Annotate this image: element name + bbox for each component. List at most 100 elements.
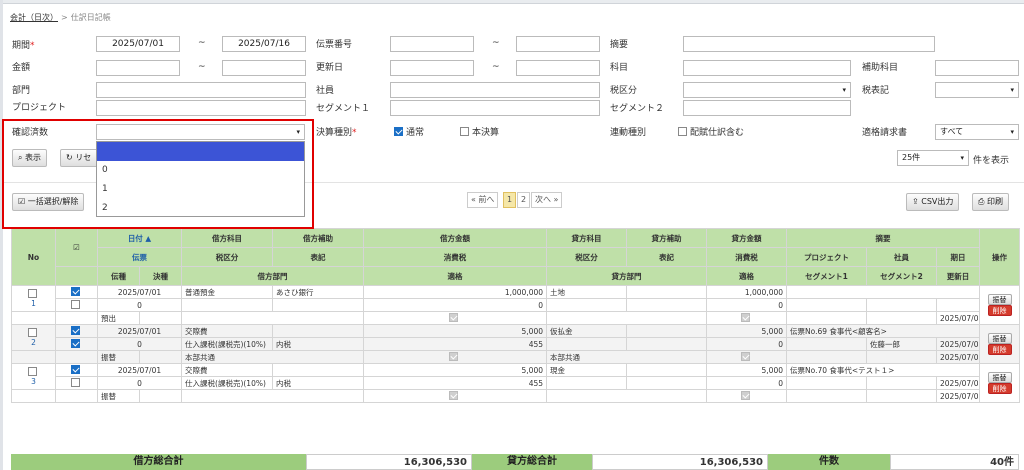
row-checkbox[interactable] [27,367,37,376]
checkbox-checked-icon[interactable] [70,326,80,335]
checkbox-icon[interactable] [460,127,469,136]
account-input[interactable] [683,60,851,76]
row-debit-qualified [363,350,548,364]
print-button[interactable]: ⎙ 印刷 [972,193,1009,211]
pager-page-2[interactable]: 2 [517,192,531,208]
col-due: 期日 [936,247,981,267]
row-blank [55,350,98,364]
row-debit-qualified [363,311,548,325]
slip-no-from-input[interactable] [390,36,474,52]
credit-total-label: 貸方総合計 [472,454,592,470]
row-op-cell: 振替 削除 [979,285,1021,325]
dept-label: 部門 [12,86,31,96]
project-label: プロジェクト [12,103,67,113]
dept-input[interactable] [96,82,306,98]
tax-cat-select[interactable]: ▾ [683,82,851,98]
replace-button[interactable]: 振替 [987,294,1012,305]
row-checkbox[interactable] [27,328,37,337]
employee-input[interactable] [390,82,600,98]
row-debit-sub [272,363,365,377]
slip-no-to-input[interactable] [516,36,600,52]
updated-to-input[interactable] [516,60,600,76]
row-employee: 佐藤一郎 [866,337,938,351]
export-icon: ⇪ [912,197,919,206]
checkbox-icon[interactable] [70,300,80,309]
breadcrumb-separator: > [61,13,68,22]
period-from-input[interactable]: 2025/07/01 [96,36,180,52]
row-closing [138,389,183,403]
row-debit-account: 普通預金 [181,285,274,299]
table-row: 0 仕入課税(課税売)(10%) 内税 455 0 佐藤一郎 2025/07/0… [12,337,1020,351]
sub-account-input[interactable] [935,60,1019,76]
col-credit-account: 貸方科目 [546,228,628,248]
pager-prev[interactable]: « 前へ [467,192,499,208]
row-credit-tax-cat [546,298,628,312]
per-page-select[interactable]: 25件 ▾ [897,150,969,166]
row-op-cell: 振替 削除 [979,324,1021,364]
period-to-input[interactable]: 2025/07/16 [222,36,306,52]
chevron-down-icon: ▾ [1010,128,1014,136]
col-credit-tax-cat: 税区分 [546,247,628,267]
col-no: No [11,228,56,286]
delete-button[interactable]: 削除 [987,383,1012,394]
checkbox-checked-icon[interactable] [70,339,80,348]
amount-from-input[interactable] [96,60,180,76]
row-credit-dept: 本部共通 [546,350,708,364]
csv-button[interactable]: ⇪ CSV出力 [906,193,960,211]
project-input[interactable] [96,100,306,116]
account-label: 科目 [610,63,629,73]
row-credit-sub [626,324,708,338]
segment1-input[interactable] [390,100,600,116]
breadcrumb-parent-link[interactable]: 会計（日次） [10,13,58,22]
breadcrumb-current: 仕訳日記帳 [70,13,111,22]
summary-input[interactable] [683,36,935,52]
row-credit-account: 土地 [546,285,628,299]
row-debit-amount: 5,000 [363,324,548,338]
col-date[interactable]: 日付 ▲ [96,228,183,248]
col-debit-tax: 消費税 [363,247,548,267]
pager-page-1[interactable]: 1 [503,192,517,208]
checkbox-disabled-icon [449,391,459,400]
checkbox-checked-icon[interactable] [394,127,403,136]
row-due: 2025/07/01 [936,376,981,390]
row-credit-tax: 0 [706,298,788,312]
row-credit-account: 仮払金 [546,324,628,338]
checkbox-checked-icon[interactable] [70,287,80,296]
tax-notation-select[interactable]: ▾ [935,82,1019,98]
period-label: 期間* [12,41,35,51]
amount-to-input[interactable] [222,60,306,76]
row-credit-dept [546,389,708,403]
row-date: 2025/07/01 [96,285,183,299]
col-credit-tax: 消費税 [706,247,788,267]
col-check-icon[interactable]: ☑ [55,228,98,267]
row-no-link[interactable]: 1 [31,299,36,308]
closing-normal-option[interactable]: 通常 [394,125,424,138]
closing-final-option[interactable]: 本決算 [460,125,499,138]
totals-bar: 借方総合計 16,306,530 貸方総合計 16,306,530 件数 40件 [11,454,1019,470]
delete-button[interactable]: 削除 [987,344,1012,355]
row-checkbox[interactable] [27,289,37,298]
row-employee [866,298,938,312]
updated-from-input[interactable] [390,60,474,76]
qualified-invoice-select[interactable]: すべて ▾ [935,124,1019,140]
replace-button[interactable]: 振替 [987,372,1012,383]
row-debit-sub [272,324,365,338]
replace-button[interactable]: 振替 [987,333,1012,344]
checkbox-checked-icon[interactable] [70,365,80,374]
top-bar [0,0,1024,4]
delete-button[interactable]: 削除 [987,305,1012,316]
pager-next[interactable]: 次へ » [531,192,563,208]
row-slip: 0 [96,376,183,390]
row-debit-qualified [363,389,548,403]
checkbox-icon[interactable] [678,127,687,136]
row-credit-notation [626,298,708,312]
segment2-input[interactable] [683,100,851,116]
tax-notation-label: 税表記 [862,86,890,96]
include-alloc-option[interactable]: 配賦仕訳含む [678,125,744,138]
row-date: 2025/07/01 [96,363,183,377]
checkbox-icon[interactable] [70,378,80,387]
row-no-link[interactable]: 2 [31,338,36,347]
row-no-link[interactable]: 3 [31,377,36,386]
credit-total-value: 16,306,530 [592,454,768,470]
col-slip[interactable]: 伝票 [96,247,183,267]
